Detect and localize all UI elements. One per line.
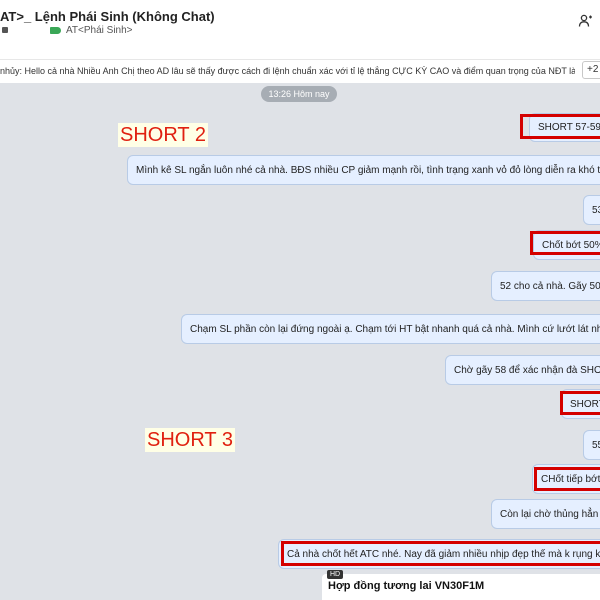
conversation-title: AT>_ Lệnh Phái Sinh (Không Chat) (0, 9, 215, 24)
message-bubble[interactable]: Chờ gãy 58 để xác nhận đà SHORT (445, 355, 600, 385)
message-bubble[interactable]: Chạm SL phần còn lại đứng ngoài ạ. Chạm … (181, 314, 600, 344)
message-bubble[interactable]: SHORT (561, 389, 600, 419)
group-tag-label: AT<Phái Sinh> (66, 25, 133, 36)
group-tag[interactable]: AT<Phái Sinh> (50, 25, 133, 36)
message-bubble[interactable]: SHORT 57-59.5 (529, 113, 600, 142)
annotation-short-2: SHORT 2 (118, 123, 208, 147)
message-bubble[interactable]: Chốt bớt 50% (533, 230, 600, 260)
message-bubble[interactable]: 53 (583, 195, 600, 225)
message-bubble[interactable]: 52 cho cả nhà. Gãy 50 l (491, 271, 600, 301)
shared-contract-card[interactable]: HD Hợp đồng tương lai VN30F1M (322, 570, 600, 600)
annotation-short-3: SHORT 3 (145, 428, 235, 452)
chat-header: AT>_ Lệnh Phái Sinh (Không Chat) AT<Phái… (0, 0, 600, 46)
member-icon (2, 27, 8, 33)
message-bubble[interactable]: Còn lại chờ thủng hẳn 5 (491, 499, 600, 529)
message-bubble[interactable]: Cả nhà chốt hết ATC nhé. Nay đã giảm nhi… (278, 539, 600, 569)
message-list[interactable]: 13:26 Hôm nay SHORT 57-59.5 Mình kê SL n… (0, 83, 600, 600)
message-bubble[interactable]: 55 (583, 430, 600, 460)
pinned-message-text: nhủy: Hello cả nhà Nhiều Anh Chị theo AD… (0, 66, 575, 76)
pinned-message-bar[interactable]: nhủy: Hello cả nhà Nhiều Anh Chị theo AD… (0, 59, 600, 85)
pinned-more-button[interactable]: +2 (582, 61, 600, 79)
add-member-icon[interactable] (578, 13, 594, 29)
tag-icon (50, 27, 61, 34)
card-badge: HD (327, 570, 344, 579)
message-bubble[interactable]: CHốt tiếp bớt (532, 464, 600, 494)
time-divider: 13:26 Hôm nay (261, 86, 337, 102)
message-bubble[interactable]: Mình kê SL ngắn luôn nhé cả nhà. BĐS nhi… (127, 155, 600, 185)
card-title: Hợp đồng tương lai VN30F1M (328, 580, 485, 592)
